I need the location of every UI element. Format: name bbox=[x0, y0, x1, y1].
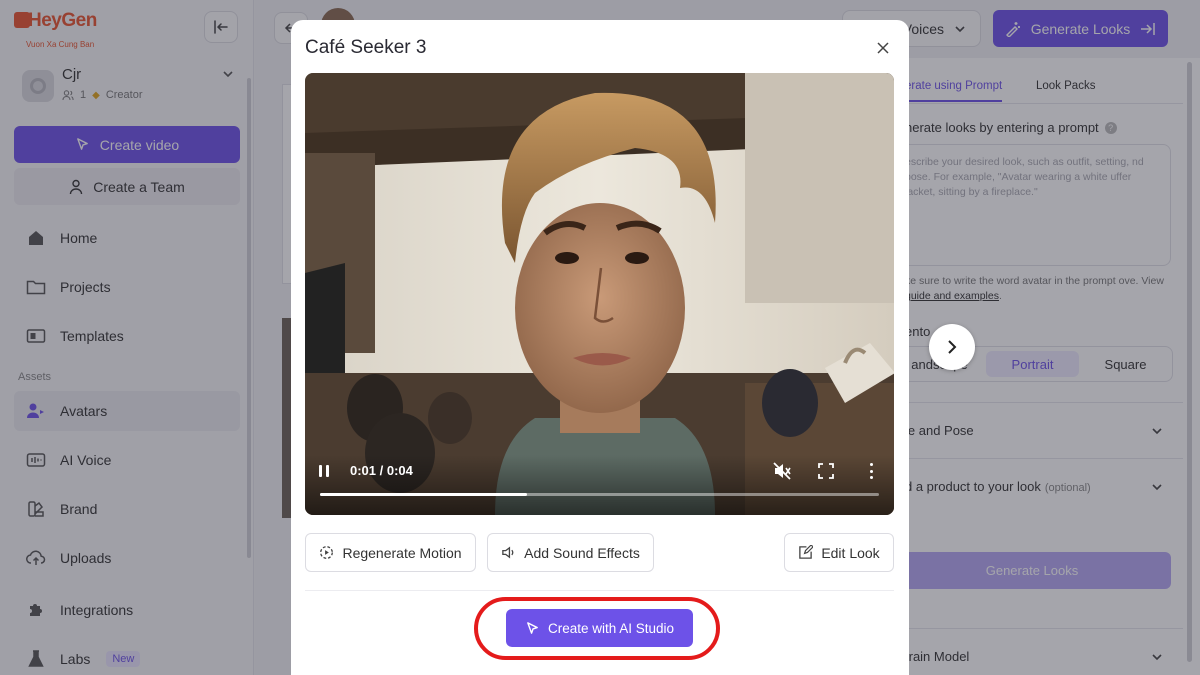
edit-look-button[interactable]: Edit Look bbox=[784, 533, 894, 572]
modal-title: Café Seeker 3 bbox=[305, 37, 427, 58]
next-look-button[interactable] bbox=[929, 324, 975, 370]
edit-icon bbox=[799, 545, 814, 559]
video-frame bbox=[305, 73, 894, 515]
edit-look-label: Edit Look bbox=[821, 544, 880, 561]
modal-divider bbox=[305, 590, 894, 591]
regenerate-motion-button[interactable]: Regenerate Motion bbox=[305, 533, 476, 572]
video-player[interactable]: 0:01 / 0:04 bbox=[305, 73, 894, 515]
chevron-right-icon bbox=[948, 340, 957, 354]
more-options-icon[interactable] bbox=[867, 461, 875, 481]
video-progress-fill bbox=[320, 493, 527, 496]
close-icon bbox=[877, 42, 889, 54]
add-sound-effects-label: Add Sound Effects bbox=[524, 544, 640, 561]
regenerate-motion-label: Regenerate Motion bbox=[342, 544, 462, 561]
close-button[interactable] bbox=[871, 36, 895, 60]
look-preview-modal: Café Seeker 3 0:01 / 0:04 Regenerate Mot… bbox=[291, 20, 975, 675]
pause-button[interactable] bbox=[319, 465, 335, 481]
highlight-annotation bbox=[474, 597, 720, 660]
video-time: 0:01 / 0:04 bbox=[350, 463, 413, 478]
speaker-icon bbox=[502, 546, 514, 559]
mute-icon[interactable] bbox=[772, 461, 792, 481]
add-sound-effects-button[interactable]: Add Sound Effects bbox=[487, 533, 654, 572]
motion-icon bbox=[320, 546, 334, 559]
video-progress-bar[interactable] bbox=[320, 493, 879, 496]
fullscreen-icon[interactable] bbox=[818, 463, 834, 479]
